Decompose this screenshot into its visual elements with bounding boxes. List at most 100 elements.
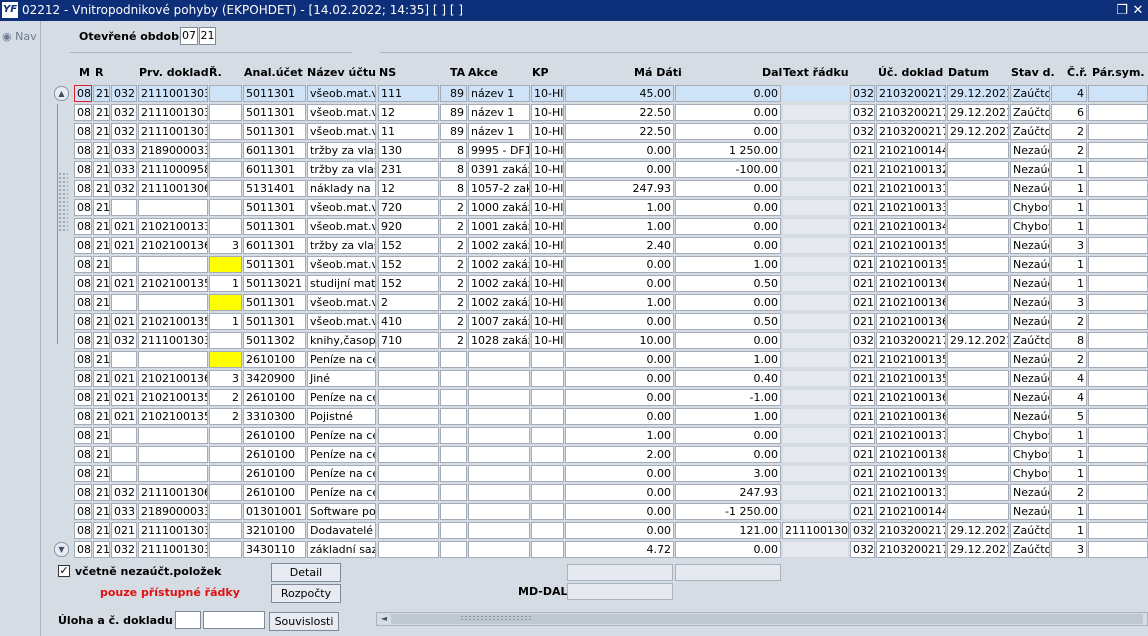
cell-stav[interactable]: Nezaúč [1010, 142, 1050, 159]
cell-uc-doklad-series[interactable]: 021 [850, 313, 875, 330]
cell-ns[interactable] [378, 465, 439, 482]
cell-stav[interactable]: Zaúčtov [1010, 332, 1050, 349]
cell-radek[interactable] [209, 180, 242, 197]
cell-r[interactable]: 21 [93, 199, 110, 216]
cell-stav[interactable]: Nezaúč [1010, 389, 1050, 406]
cell-ns[interactable] [378, 503, 439, 520]
cell-ta[interactable]: 89 [440, 123, 467, 140]
cell-m[interactable]: 08 [74, 446, 92, 463]
cell-uc-doklad-series[interactable]: 021 [850, 294, 875, 311]
cell-ta[interactable]: 2 [440, 237, 467, 254]
cell-stav[interactable]: Nezaúč [1010, 484, 1050, 501]
cell-uc-doklad[interactable]: 2102100138 [876, 446, 946, 463]
cell-r[interactable]: 21 [93, 275, 110, 292]
cell-ma-dati[interactable]: 0.00 [565, 370, 674, 387]
cell-kp[interactable] [531, 446, 564, 463]
cell-anal-ucet[interactable]: 6011301 [243, 161, 306, 178]
cell-ma-dati[interactable]: 2.00 [565, 446, 674, 463]
cell-prv-doklad[interactable]: 2111001303 [138, 104, 208, 121]
cell-par-sym[interactable] [1088, 161, 1148, 178]
cell-m[interactable]: 08 [74, 85, 92, 102]
cell-ta[interactable] [440, 446, 467, 463]
cell-prv-doklad-series[interactable]: 021 [111, 275, 137, 292]
cell-uc-doklad[interactable]: 2103200217 [876, 332, 946, 349]
cell-datum[interactable] [947, 408, 1009, 425]
cell-anal-ucet[interactable]: 2610100 [243, 484, 306, 501]
cell-prv-doklad-series[interactable] [111, 199, 137, 216]
cell-prv-doklad-series[interactable]: 021 [111, 389, 137, 406]
cell-ns[interactable]: 410 [378, 313, 439, 330]
cell-kp[interactable]: 10-Hla [531, 256, 564, 273]
cell-ta[interactable] [440, 351, 467, 368]
cell-uc-doklad[interactable]: 2102100134 [876, 218, 946, 235]
cell-ma-dati[interactable]: 1.00 [565, 294, 674, 311]
cell-text-radku[interactable] [782, 104, 849, 121]
cell-cislo-radku[interactable]: 4 [1051, 389, 1087, 406]
cell-anal-ucet[interactable]: 50113021 [243, 275, 306, 292]
cell-uc-doklad-series[interactable]: 021 [850, 180, 875, 197]
cell-akce[interactable] [468, 522, 530, 539]
cell-text-radku[interactable] [782, 161, 849, 178]
cell-cislo-radku[interactable]: 1 [1051, 275, 1087, 292]
cell-par-sym[interactable] [1088, 522, 1148, 539]
cell-par-sym[interactable] [1088, 199, 1148, 216]
cell-dal[interactable]: 0.00 [675, 294, 781, 311]
cell-anal-ucet[interactable]: 5011301 [243, 313, 306, 330]
cell-datum[interactable] [947, 199, 1009, 216]
cell-prv-doklad-series[interactable]: 021 [111, 313, 137, 330]
cell-dal[interactable]: 0.00 [675, 218, 781, 235]
cell-prv-doklad[interactable] [138, 256, 208, 273]
cell-ns[interactable]: 152 [378, 275, 439, 292]
cell-cislo-radku[interactable]: 1 [1051, 503, 1087, 520]
cell-anal-ucet[interactable]: 2610100 [243, 446, 306, 463]
cell-datum[interactable] [947, 237, 1009, 254]
cell-kp[interactable] [531, 427, 564, 444]
cell-m[interactable]: 08 [74, 503, 92, 520]
cell-stav[interactable]: Nezaúč [1010, 161, 1050, 178]
related-button[interactable]: Souvislosti [269, 612, 339, 631]
cell-text-radku[interactable] [782, 294, 849, 311]
cell-ns[interactable]: 12 [378, 180, 439, 197]
cell-akce[interactable] [468, 427, 530, 444]
cell-nazev-uctu[interactable]: náklady na rep. [307, 180, 376, 197]
cell-nazev-uctu[interactable]: tržby za vlastní [307, 142, 376, 159]
cell-ta[interactable]: 2 [440, 332, 467, 349]
cell-uc-doklad-series[interactable]: 032 [850, 123, 875, 140]
cell-radek[interactable] [209, 199, 242, 216]
cell-par-sym[interactable] [1088, 123, 1148, 140]
cell-ta[interactable]: 2 [440, 256, 467, 273]
cell-kp[interactable]: 10-Hla [531, 123, 564, 140]
cell-uc-doklad[interactable]: 2102100131 [876, 484, 946, 501]
vertical-scrollbar[interactable]: ▲ ▼ [54, 86, 69, 557]
cell-ta[interactable]: 89 [440, 85, 467, 102]
cell-radek[interactable] [209, 142, 242, 159]
cell-stav[interactable]: Zaúčtov [1010, 85, 1050, 102]
cell-prv-doklad[interactable]: 2111001303 [138, 522, 208, 539]
cell-prv-doklad[interactable] [138, 199, 208, 216]
cell-text-radku[interactable] [782, 218, 849, 235]
cell-stav[interactable]: Nezaúč [1010, 408, 1050, 425]
cell-akce[interactable]: 1001 zakázk [468, 218, 530, 235]
cell-uc-doklad-series[interactable]: 021 [850, 446, 875, 463]
cell-cislo-radku[interactable]: 3 [1051, 294, 1087, 311]
cell-prv-doklad[interactable]: 2111001303 [138, 123, 208, 140]
cell-r[interactable]: 21 [93, 446, 110, 463]
cell-r[interactable]: 21 [93, 465, 110, 482]
cell-akce[interactable] [468, 408, 530, 425]
cell-datum[interactable] [947, 275, 1009, 292]
cell-r[interactable]: 21 [93, 522, 110, 539]
cell-nazev-uctu[interactable]: Peníze na cest. [307, 389, 376, 406]
task-field[interactable] [175, 611, 201, 629]
cell-datum[interactable] [947, 351, 1009, 368]
cell-uc-doklad-series[interactable]: 021 [850, 408, 875, 425]
cell-r[interactable]: 21 [93, 503, 110, 520]
cell-kp[interactable]: 10-Hla [531, 199, 564, 216]
cell-datum[interactable] [947, 465, 1009, 482]
cell-anal-ucet[interactable]: 5011301 [243, 104, 306, 121]
cell-uc-doklad[interactable]: 2102100139 [876, 465, 946, 482]
cell-prv-doklad[interactable]: 2102100136 [138, 370, 208, 387]
cell-ta[interactable]: 89 [440, 104, 467, 121]
cell-datum[interactable] [947, 503, 1009, 520]
cell-dal[interactable]: 0.40 [675, 370, 781, 387]
cell-kp[interactable]: 10-Hla [531, 275, 564, 292]
